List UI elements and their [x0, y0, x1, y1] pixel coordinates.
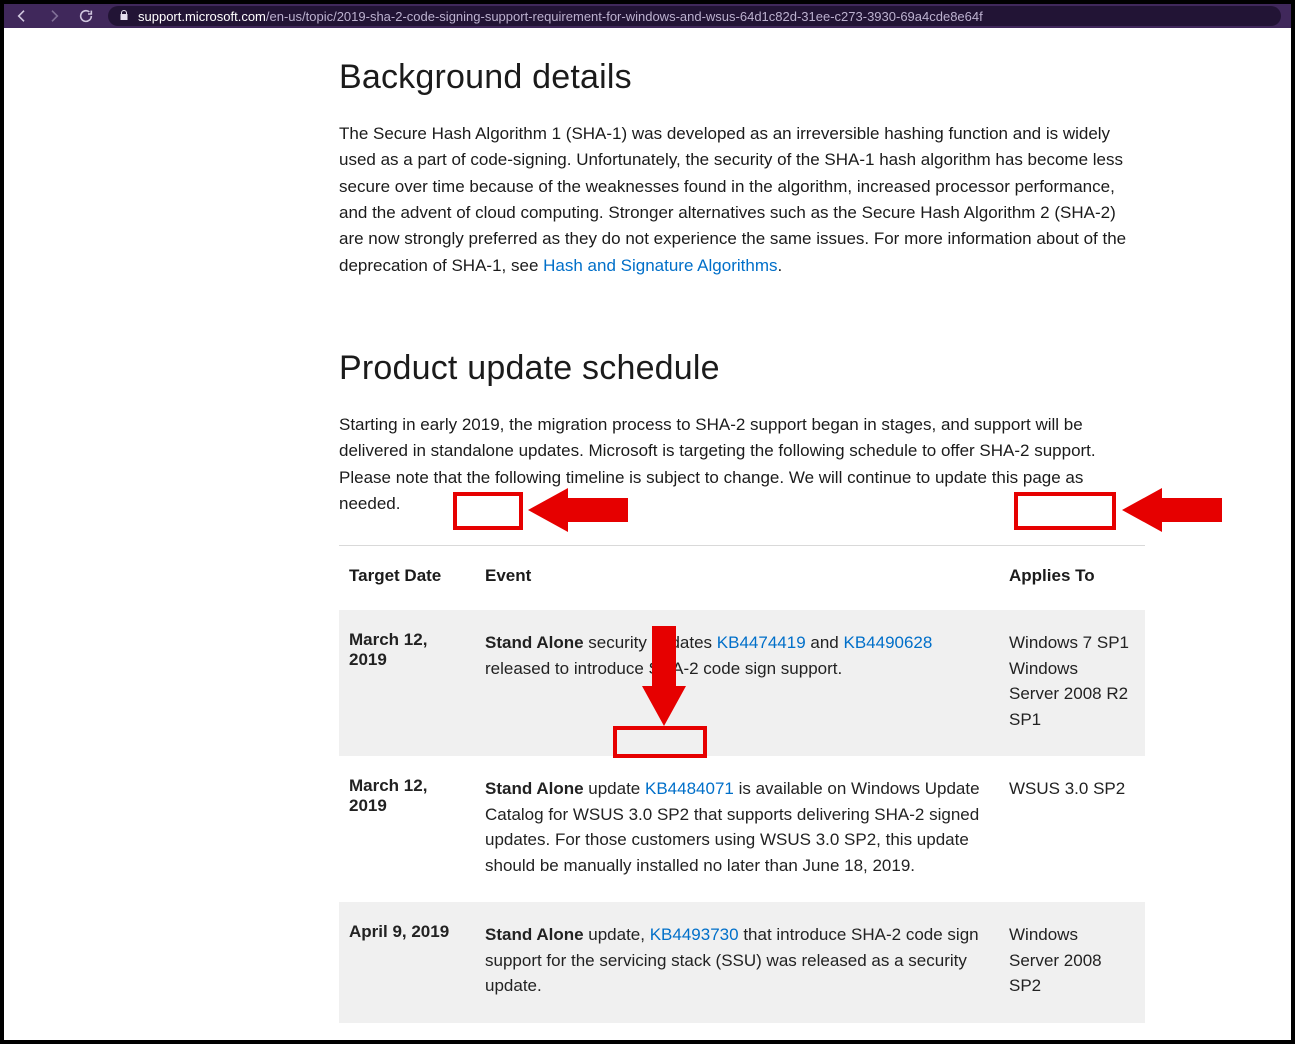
cell-applies: WSUS 3.0 SP2 [999, 756, 1145, 902]
link-kb4484071[interactable]: KB4484071 [645, 779, 734, 798]
forward-icon[interactable] [46, 8, 62, 24]
cell-event: Stand Alone update, KB4493730 that intro… [475, 902, 999, 1023]
link-hash-signature[interactable]: Hash and Signature Algorithms [543, 256, 777, 275]
table-row: March 12, 2019 Stand Alone security upda… [339, 610, 1145, 756]
heading-background: Background details [339, 58, 1145, 97]
browser-window: support.microsoft.com/en-us/topic/2019-s… [0, 0, 1295, 1044]
text: Stand Alone [485, 633, 584, 652]
text: The Secure Hash Algorithm 1 (SHA-1) was … [339, 124, 1126, 275]
th-applies-to: Applies To [999, 546, 1145, 611]
cell-event: Stand Alone security update KB4474419 re… [475, 1023, 999, 1040]
reload-icon[interactable] [78, 8, 94, 24]
text: and [806, 633, 844, 652]
cell-date: April 9, 2019 [339, 902, 475, 1023]
page-viewport: Background details The Secure Hash Algor… [4, 28, 1291, 1040]
table-row: March 12, 2019 Stand Alone update KB4484… [339, 756, 1145, 902]
article: Background details The Secure Hash Algor… [339, 28, 1145, 1040]
cell-date: May 14, 2019 [339, 1023, 475, 1040]
lock-icon [118, 9, 130, 24]
table-row: April 9, 2019 Stand Alone update, KB4493… [339, 902, 1145, 1023]
paragraph-background: The Secure Hash Algorithm 1 (SHA-1) was … [339, 121, 1145, 279]
link-kb4490628[interactable]: KB4490628 [843, 633, 932, 652]
th-target-date: Target Date [339, 546, 475, 611]
browser-toolbar: support.microsoft.com/en-us/topic/2019-s… [4, 4, 1291, 28]
text: update, [584, 925, 650, 944]
th-event: Event [475, 546, 999, 611]
back-icon[interactable] [14, 8, 30, 24]
schedule-table: Target Date Event Applies To March 12, 2… [339, 545, 1145, 1040]
table-row: May 14, 2019 Stand Alone security update… [339, 1023, 1145, 1040]
text: security updates [584, 633, 717, 652]
link-kb4474419[interactable]: KB4474419 [717, 633, 806, 652]
cell-event: Stand Alone update KB4484071 is availabl… [475, 756, 999, 902]
text: . [777, 256, 782, 275]
cell-date: March 12, 2019 [339, 756, 475, 902]
cell-date: March 12, 2019 [339, 610, 475, 756]
paragraph-schedule: Starting in early 2019, the migration pr… [339, 412, 1145, 517]
cell-applies: Windows [999, 1023, 1145, 1040]
text: Stand Alone [485, 779, 584, 798]
heading-schedule: Product update schedule [339, 349, 1145, 388]
url-text: support.microsoft.com/en-us/topic/2019-s… [138, 9, 983, 24]
cell-applies: Windows Server 2008 SP2 [999, 902, 1145, 1023]
text: update [584, 779, 645, 798]
cell-event: Stand Alone security updates KB4474419 a… [475, 610, 999, 756]
address-bar[interactable]: support.microsoft.com/en-us/topic/2019-s… [108, 6, 1281, 26]
cell-applies: Windows 7 SP1 Windows Server 2008 R2 SP1 [999, 610, 1145, 756]
link-kb4493730[interactable]: KB4493730 [650, 925, 739, 944]
text: Stand Alone [485, 925, 584, 944]
text: released to introduce SHA-2 code sign su… [485, 659, 842, 678]
